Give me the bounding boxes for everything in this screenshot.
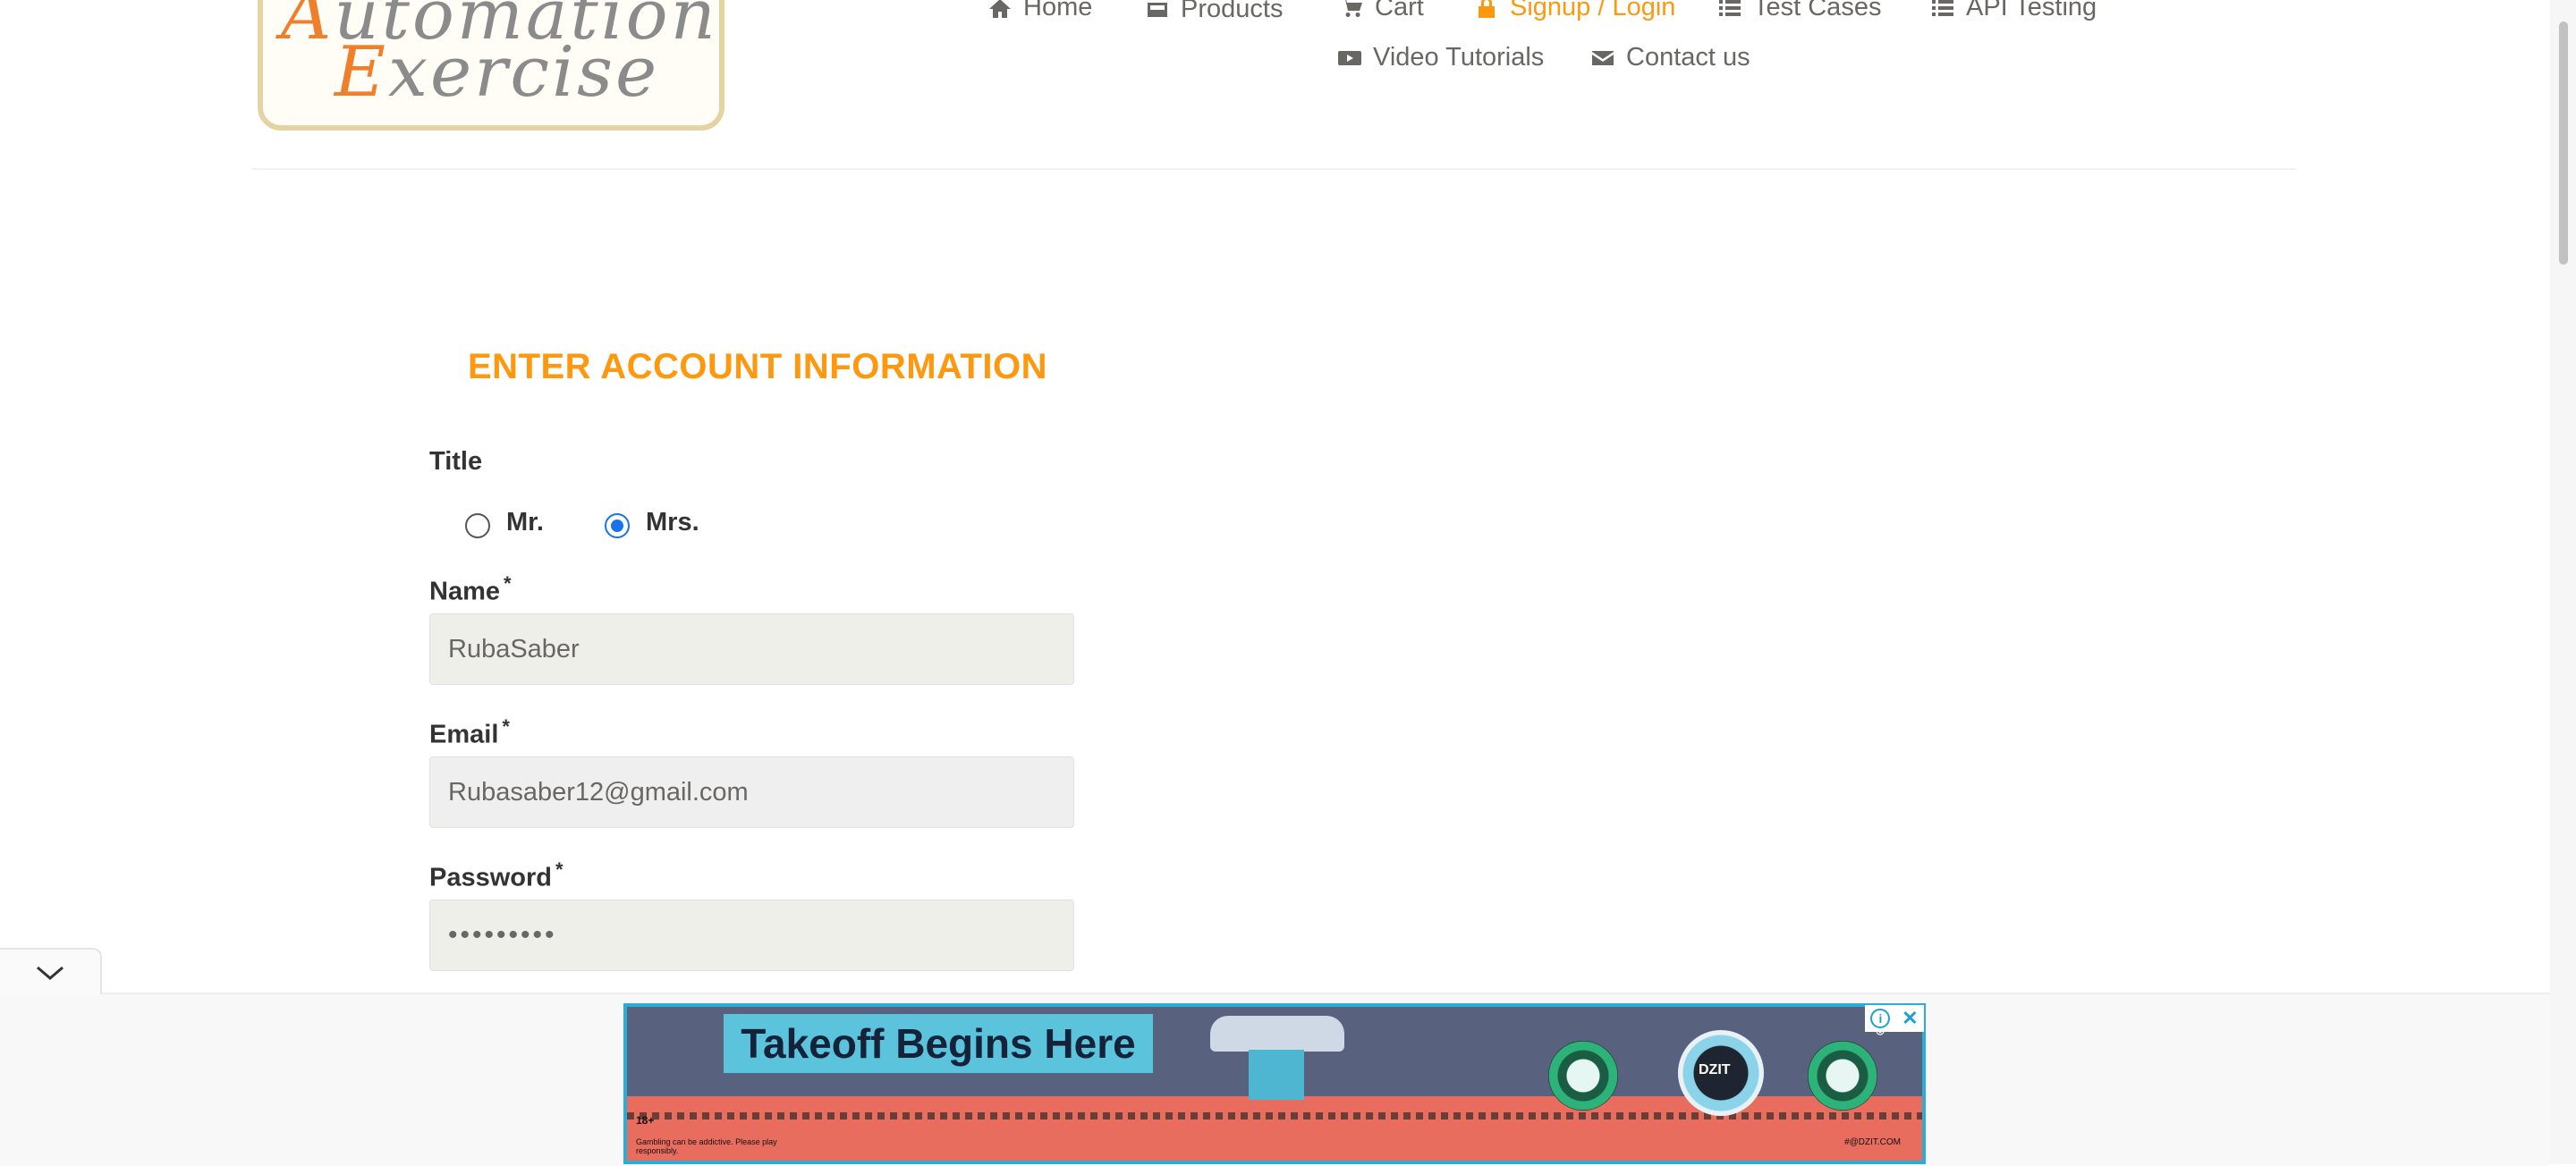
- page-scrollbar[interactable]: [2550, 0, 2576, 1164]
- logo-line-2: Exercise: [335, 32, 660, 113]
- nav-contact-us-label: Contact us: [1626, 43, 1750, 72]
- nav-contact-us[interactable]: Contact us: [1590, 43, 1750, 72]
- nav-products-label: Products: [1181, 0, 1284, 23]
- header-divider: [252, 168, 2296, 170]
- list-icon: [1717, 0, 1742, 21]
- lock-icon: [1474, 0, 1499, 21]
- ad-tower-base: [1249, 1050, 1304, 1100]
- site-logo[interactable]: Automation Exercise: [258, 0, 724, 131]
- password-label-text: Password: [429, 863, 552, 892]
- name-field[interactable]: RubaSaber: [429, 613, 1074, 685]
- ad-collapse-button[interactable]: [0, 948, 102, 994]
- email-label-text: Email: [429, 720, 499, 749]
- nav-home[interactable]: Home: [987, 0, 1092, 22]
- ad-plane-illustration: DZIT: [1548, 1030, 1888, 1116]
- radio-mr[interactable]: [465, 513, 490, 538]
- password-label: Password *: [429, 858, 564, 893]
- name-label: Name *: [429, 572, 512, 607]
- products-icon: [1145, 0, 1170, 22]
- nav-cart-label: Cart: [1375, 0, 1424, 21]
- scrollbar-thumb[interactable]: [2559, 21, 2568, 265]
- email-label: Email *: [429, 715, 510, 750]
- ad-close-icon[interactable]: ✕: [1902, 1009, 1918, 1028]
- nav-signup-login[interactable]: Signup / Login: [1474, 0, 1675, 22]
- envelope-icon: [1590, 46, 1615, 71]
- ad-age-badge: 18+: [636, 1114, 655, 1127]
- title-option-mrs[interactable]: Mrs.: [605, 508, 699, 538]
- required-marker: *: [555, 858, 564, 881]
- name-label-text: Name: [429, 577, 500, 606]
- ad-wheel-left: [1548, 1041, 1618, 1111]
- radio-mrs[interactable]: [605, 513, 630, 538]
- nav-signup-login-label: Signup / Login: [1510, 0, 1676, 21]
- youtube-icon: [1337, 46, 1362, 71]
- chevron-down-icon: [37, 966, 64, 980]
- ad-banner[interactable]: Takeoff Begins Here DZIT 18+ Gambling ca…: [623, 1003, 1926, 1164]
- ad-info-icon[interactable]: i: [1870, 1009, 1891, 1028]
- home-icon: [987, 0, 1013, 21]
- radio-mrs-label[interactable]: Mrs.: [646, 508, 699, 537]
- ad-logo-text: DZIT: [1699, 1062, 1731, 1077]
- nav-cart[interactable]: Cart: [1339, 0, 1424, 22]
- nav-test-cases-label: Test Cases: [1753, 0, 1882, 21]
- ad-headline: Takeoff Begins Here: [724, 1014, 1153, 1073]
- nav-home-label: Home: [1023, 0, 1093, 21]
- nav-api-testing[interactable]: API Testing: [1930, 0, 2097, 22]
- nav-test-cases[interactable]: Test Cases: [1717, 0, 1881, 22]
- radio-mr-label[interactable]: Mr.: [506, 508, 544, 537]
- form-heading: ENTER ACCOUNT INFORMATION: [468, 347, 1048, 386]
- ad-brand-mark: ◎: [1856, 1025, 1904, 1078]
- list-icon: [1930, 0, 1955, 21]
- password-field[interactable]: •••••••••: [429, 900, 1074, 971]
- title-option-mr[interactable]: Mr.: [465, 508, 544, 538]
- ad-fine-print: Gambling can be addictive. Please play r…: [636, 1137, 777, 1155]
- nav-api-testing-label: API Testing: [1966, 0, 2097, 21]
- nav-products[interactable]: Products: [1145, 0, 1283, 24]
- title-label: Title: [429, 447, 483, 476]
- ad-controls: i ✕: [1865, 1005, 1924, 1032]
- nav-video-tutorials[interactable]: Video Tutorials: [1337, 43, 1544, 72]
- required-marker: *: [504, 572, 512, 595]
- ad-tower-top: [1210, 1016, 1344, 1052]
- email-field[interactable]: Rubasaber12@gmail.com: [429, 756, 1074, 828]
- nav-video-tutorials-label: Video Tutorials: [1373, 43, 1545, 72]
- ad-fine-print-right: #@DZIT.COM: [1844, 1137, 1901, 1147]
- required-marker: *: [502, 715, 510, 738]
- cart-icon: [1339, 0, 1364, 21]
